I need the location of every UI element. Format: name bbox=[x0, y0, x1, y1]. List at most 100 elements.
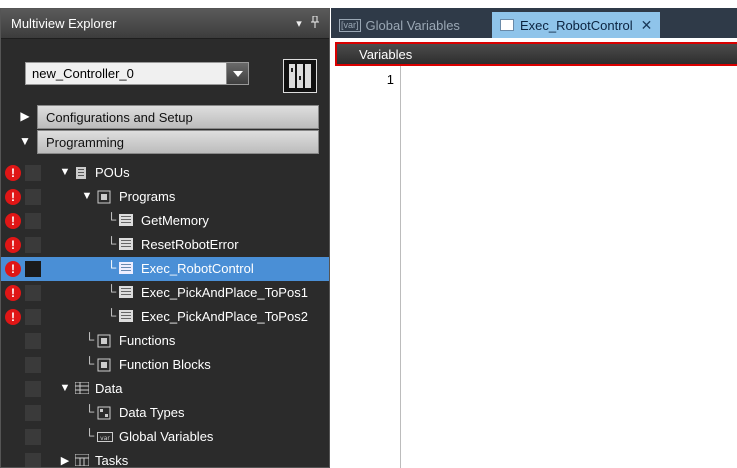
variables-label: Variables bbox=[359, 46, 413, 62]
functions-icon bbox=[97, 334, 111, 348]
controller-select[interactable]: new_Controller_0 bbox=[25, 62, 249, 85]
pin-icon[interactable] bbox=[307, 15, 323, 31]
var-icon: var bbox=[97, 430, 113, 444]
exclamation-circle-icon: ! bbox=[5, 213, 21, 229]
status-slot bbox=[25, 405, 41, 421]
tree-label: Tasks bbox=[95, 453, 129, 468]
tree-item-programs[interactable]: ! ▼ Programs bbox=[1, 185, 329, 209]
status-slot bbox=[25, 189, 41, 205]
exclamation-circle-icon: ! bbox=[5, 237, 21, 253]
code-editor[interactable]: Variables 1 bbox=[331, 38, 737, 468]
function-blocks-icon bbox=[97, 358, 111, 372]
tree-connector: └ bbox=[85, 356, 95, 371]
tab-global-variables[interactable]: [var] Global Variables bbox=[331, 12, 468, 38]
tree-label: Data Types bbox=[119, 405, 185, 420]
exclamation-circle-icon: ! bbox=[5, 285, 21, 301]
status-slot bbox=[25, 333, 41, 349]
tree-connector: └ bbox=[107, 284, 117, 299]
tree-item-program[interactable]: ! └ Exec_PickAndPlace_ToPos1 bbox=[1, 281, 329, 305]
tree-connector: └ bbox=[107, 308, 117, 323]
expand-arrow-icon[interactable]: ▶ bbox=[59, 454, 71, 467]
var-icon: [var] bbox=[339, 18, 361, 32]
tree-label: GetMemory bbox=[141, 213, 209, 228]
programming-tree: ! ▼ POUs ! ▼ Programs ! └ GetMemory ! └ … bbox=[1, 161, 329, 468]
exclamation-circle-icon: ! bbox=[5, 165, 21, 181]
tree-label: Programs bbox=[119, 189, 176, 204]
status-slot bbox=[25, 261, 41, 277]
tree-label: POUs bbox=[95, 165, 130, 180]
program-icon bbox=[119, 214, 133, 228]
tree-item-tasks[interactable]: ▶ Tasks bbox=[1, 449, 329, 468]
line-number-gutter: 1 bbox=[331, 66, 401, 468]
program-icon bbox=[499, 19, 514, 31]
tree-label: Global Variables bbox=[119, 429, 214, 444]
close-icon[interactable]: ✕ bbox=[641, 17, 653, 34]
tree-item-program[interactable]: ! └ Exec_PickAndPlace_ToPos2 bbox=[1, 305, 329, 329]
tab-label: Exec_RobotControl bbox=[519, 17, 633, 33]
tree-label: Exec_RobotControl bbox=[141, 261, 254, 276]
tree-item-program[interactable]: ! └ ResetRobotError bbox=[1, 233, 329, 257]
tree-item-functions[interactable]: └ Functions bbox=[1, 329, 329, 353]
tree-label: Data bbox=[95, 381, 123, 396]
status-slot bbox=[25, 381, 41, 397]
tab-exec-robotcontrol[interactable]: Exec_RobotControl ✕ bbox=[491, 12, 661, 38]
status-slot bbox=[25, 213, 41, 229]
programs-icon bbox=[97, 190, 111, 204]
status-slot bbox=[25, 453, 41, 467]
tree-item-function-blocks[interactable]: └ Function Blocks bbox=[1, 353, 329, 377]
tree-label: Exec_PickAndPlace_ToPos1 bbox=[141, 285, 308, 300]
variables-bar[interactable]: Variables bbox=[335, 42, 737, 66]
collapse-arrow-icon[interactable]: ▼ bbox=[59, 382, 71, 394]
collapse-arrow-icon[interactable]: ▼ bbox=[59, 166, 71, 178]
explorer-title: Multiview Explorer bbox=[11, 16, 117, 31]
tree-connector: └ bbox=[85, 404, 95, 419]
section-programming-bar[interactable]: Programming bbox=[37, 130, 319, 154]
tree-connector: └ bbox=[107, 260, 117, 275]
chevron-down-icon[interactable] bbox=[226, 63, 248, 84]
tree-item-pous[interactable]: ! ▼ POUs bbox=[1, 161, 329, 185]
dropdown-icon[interactable]: ▾ bbox=[291, 17, 307, 30]
tree-item-global-variables[interactable]: └ var Global Variables bbox=[1, 425, 329, 449]
program-icon bbox=[119, 238, 133, 252]
data-icon bbox=[74, 381, 90, 396]
tree-connector: └ bbox=[85, 332, 95, 347]
tree-connector: └ bbox=[85, 428, 95, 443]
status-slot bbox=[25, 429, 41, 445]
tab-label: Global Variables bbox=[365, 17, 460, 33]
explorer-header: Multiview Explorer ▾ bbox=[1, 9, 329, 39]
section-configurations-bar[interactable]: Configurations and Setup bbox=[37, 105, 319, 129]
svg-text:var: var bbox=[100, 435, 110, 442]
controller-icon[interactable] bbox=[283, 59, 317, 93]
status-slot bbox=[25, 357, 41, 373]
tree-item-program-selected[interactable]: ! └ Exec_RobotControl bbox=[1, 257, 329, 281]
program-icon bbox=[119, 262, 133, 276]
data-types-icon bbox=[97, 406, 111, 420]
multiview-explorer: Multiview Explorer ▾ new_Controller_0 ▶ … bbox=[0, 8, 330, 468]
status-slot bbox=[25, 309, 41, 325]
tree-item-data-types[interactable]: └ Data Types bbox=[1, 401, 329, 425]
line-number: 1 bbox=[386, 72, 394, 87]
exclamation-circle-icon: ! bbox=[5, 189, 21, 205]
collapse-arrow-icon[interactable]: ▼ bbox=[81, 190, 93, 202]
tree-connector: └ bbox=[107, 212, 117, 227]
program-icon bbox=[119, 310, 133, 324]
tree-label: Functions bbox=[119, 333, 176, 348]
status-slot bbox=[25, 237, 41, 253]
exclamation-circle-icon: ! bbox=[5, 261, 21, 277]
pou-icon bbox=[75, 166, 89, 180]
section-configurations[interactable]: ▶ Configurations and Setup bbox=[1, 105, 329, 130]
tree-label: ResetRobotError bbox=[141, 237, 239, 252]
controller-row: new_Controller_0 bbox=[1, 39, 329, 105]
status-slot bbox=[25, 165, 41, 181]
collapse-arrow-icon[interactable]: ▼ bbox=[19, 134, 31, 148]
program-icon bbox=[119, 286, 133, 300]
exclamation-circle-icon: ! bbox=[5, 309, 21, 325]
tree-label: Function Blocks bbox=[119, 357, 211, 372]
tree-connector: └ bbox=[107, 236, 117, 251]
expand-arrow-icon[interactable]: ▶ bbox=[19, 109, 31, 123]
tree-item-program[interactable]: ! └ GetMemory bbox=[1, 209, 329, 233]
controller-name: new_Controller_0 bbox=[32, 66, 134, 81]
tree-label: Exec_PickAndPlace_ToPos2 bbox=[141, 309, 308, 324]
tree-item-data[interactable]: ▼ Data bbox=[1, 377, 329, 401]
section-programming[interactable]: ▼ Programming bbox=[1, 130, 329, 155]
